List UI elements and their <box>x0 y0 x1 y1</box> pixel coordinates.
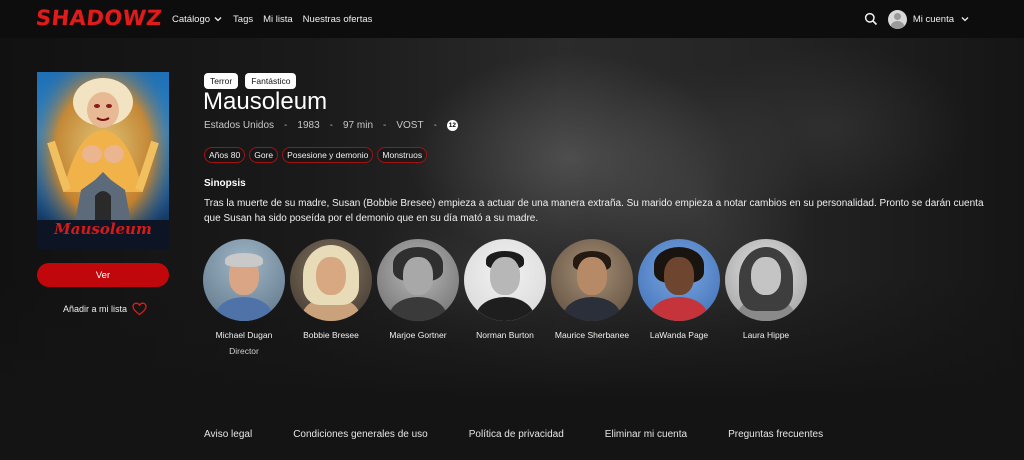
meta-version: VOST <box>396 120 424 131</box>
meta-separator: - <box>284 120 288 131</box>
cast-photo <box>551 239 633 321</box>
cast-member[interactable]: LaWanda Page <box>638 239 725 356</box>
meta-country: Estados Unidos <box>204 120 275 131</box>
tag-chip[interactable]: Monstruos <box>377 147 428 163</box>
meta-separator: - <box>329 120 333 131</box>
main-nav: Catálogo Tags Mi lista Nuestras ofertas <box>172 0 372 38</box>
movie-meta: Estados Unidos - 1983 - 97 min - VOST - … <box>204 120 458 131</box>
heart-icon <box>132 302 147 316</box>
synopsis-heading: Sinopsis <box>204 178 246 189</box>
cast-member[interactable]: Laura Hippe <box>725 239 812 356</box>
cast-name: Marjoe Gortner <box>389 330 447 340</box>
account-menu[interactable]: Mi cuenta <box>887 9 970 29</box>
footer-link-condiciones[interactable]: Condiciones generales de uso <box>293 429 428 440</box>
search-icon[interactable] <box>864 12 878 26</box>
genre-badge[interactable]: Fantástico <box>245 73 297 89</box>
chevron-down-icon <box>961 17 969 22</box>
nav-item-mi-lista[interactable]: Mi lista <box>263 14 293 25</box>
genre-badge[interactable]: Terror <box>204 73 239 89</box>
movie-title: Mausoleum <box>203 88 328 115</box>
top-right-controls: Mi cuenta <box>864 0 970 38</box>
cast-member[interactable]: Marjoe Gortner <box>377 239 464 356</box>
cast-member[interactable]: Michael Dugan Director <box>203 239 290 356</box>
poster-art: Mausoleum <box>37 72 169 249</box>
synopsis-text: Tras la muerte de su madre, Susan (Bobbi… <box>204 198 984 224</box>
cast-name: Norman Burton <box>476 330 534 340</box>
cast-name: Laura Hippe <box>742 330 790 340</box>
chevron-down-icon <box>214 17 222 22</box>
tag-chip[interactable]: Posesione y demonio <box>282 147 374 163</box>
meta-separator: - <box>383 120 387 131</box>
nav-item-ofertas[interactable]: Nuestras ofertas <box>303 14 373 25</box>
cast-member[interactable]: Norman Burton <box>464 239 551 356</box>
cast-photo <box>203 239 285 321</box>
site-logo[interactable]: SHADOWZ <box>35 6 164 30</box>
poster-title-art: Mausoleum <box>53 220 152 238</box>
tag-chip[interactable]: Años 80 <box>204 147 246 163</box>
cast-photo <box>464 239 546 321</box>
top-bar: SHADOWZ Catálogo Tags Mi lista Nuestras … <box>0 0 1024 38</box>
cast-name: Bobbie Bresee <box>303 330 359 340</box>
cast-member[interactable]: Maurice Sherbanee <box>551 239 638 356</box>
movie-poster[interactable]: Mausoleum <box>37 72 169 249</box>
footer-link-privacidad[interactable]: Política de privacidad <box>469 429 564 440</box>
cast-name: Michael Dugan <box>215 330 273 340</box>
nav-item-label: Tags <box>233 13 254 25</box>
cast-name: Maurice Sherbanee <box>554 330 630 340</box>
cast-photo <box>725 239 807 321</box>
cast-list: Michael Dugan Director Bobbie Bresee Mar… <box>203 239 812 356</box>
account-label: Mi cuenta <box>912 13 954 25</box>
add-to-list-button[interactable]: Añadir a mi lista <box>63 302 147 316</box>
meta-year: 1983 <box>297 120 320 131</box>
avatar <box>887 9 907 29</box>
cast-role: Director <box>229 346 259 356</box>
cast-photo <box>377 239 459 321</box>
footer-link-faq[interactable]: Preguntas frecuentes <box>728 429 823 440</box>
footer-links: Aviso legal Condiciones generales de uso… <box>204 429 823 440</box>
tag-list: Años 80 Gore Posesione y demonio Monstru… <box>204 147 428 163</box>
nav-item-label: Catálogo <box>172 13 211 25</box>
nav-item-tags[interactable]: Tags <box>233 14 253 25</box>
nav-item-catalogo[interactable]: Catálogo <box>172 14 223 25</box>
genre-list: Terror Fantástico <box>204 73 297 89</box>
cast-member[interactable]: Bobbie Bresee <box>290 239 377 356</box>
nav-item-label: Nuestras ofertas <box>302 13 373 25</box>
age-rating-icon: 12 <box>446 120 458 131</box>
cast-name: LaWanda Page <box>649 330 709 340</box>
footer-link-eliminar-cuenta[interactable]: Eliminar mi cuenta <box>605 429 687 440</box>
footer-link-aviso-legal[interactable]: Aviso legal <box>204 429 252 440</box>
cast-photo <box>638 239 720 321</box>
tag-chip[interactable]: Gore <box>249 147 279 163</box>
nav-item-label: Mi lista <box>263 13 293 25</box>
meta-separator: - <box>433 120 437 131</box>
meta-duration: 97 min <box>342 120 373 131</box>
add-to-list-label: Añadir a mi lista <box>63 304 128 314</box>
cast-photo <box>290 239 372 321</box>
watch-button[interactable]: Ver <box>37 263 169 287</box>
